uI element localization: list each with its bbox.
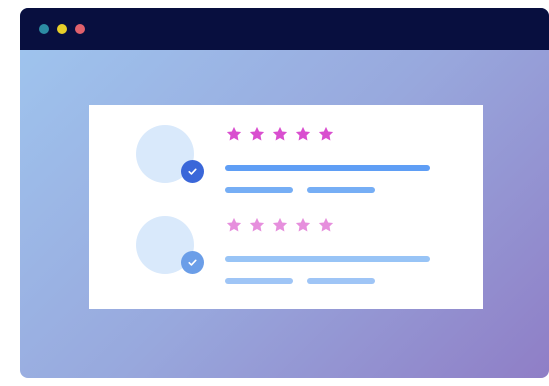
check-circle-icon [181, 251, 204, 274]
star-icon [249, 126, 265, 141]
star-icon [272, 217, 288, 232]
star-icon [226, 126, 242, 141]
review-meta-line [225, 187, 293, 193]
review-meta-line [307, 187, 375, 193]
star-icon [318, 126, 334, 141]
review-item-1: 5 [89, 105, 483, 201]
reviews-card: 5 5 [89, 105, 483, 309]
star-icon [249, 217, 265, 232]
rating-stars [225, 216, 335, 234]
review-text-line [225, 165, 430, 171]
review-text-line [225, 256, 430, 262]
star-icon [318, 217, 334, 232]
window-dot-teal [39, 24, 49, 34]
window-dot-yellow [57, 24, 67, 34]
star-icon [226, 217, 242, 232]
review-meta-line [225, 278, 293, 284]
star-icon [295, 217, 311, 232]
star-icon [272, 126, 288, 141]
star-icon [295, 126, 311, 141]
window-dot-red [75, 24, 85, 34]
rating-stars [225, 125, 335, 143]
window-titlebar [20, 8, 549, 50]
check-circle-icon [181, 160, 204, 183]
review-item-2: 5 [89, 196, 483, 292]
review-meta-line [307, 278, 375, 284]
browser-window: 5 5 [20, 8, 549, 378]
